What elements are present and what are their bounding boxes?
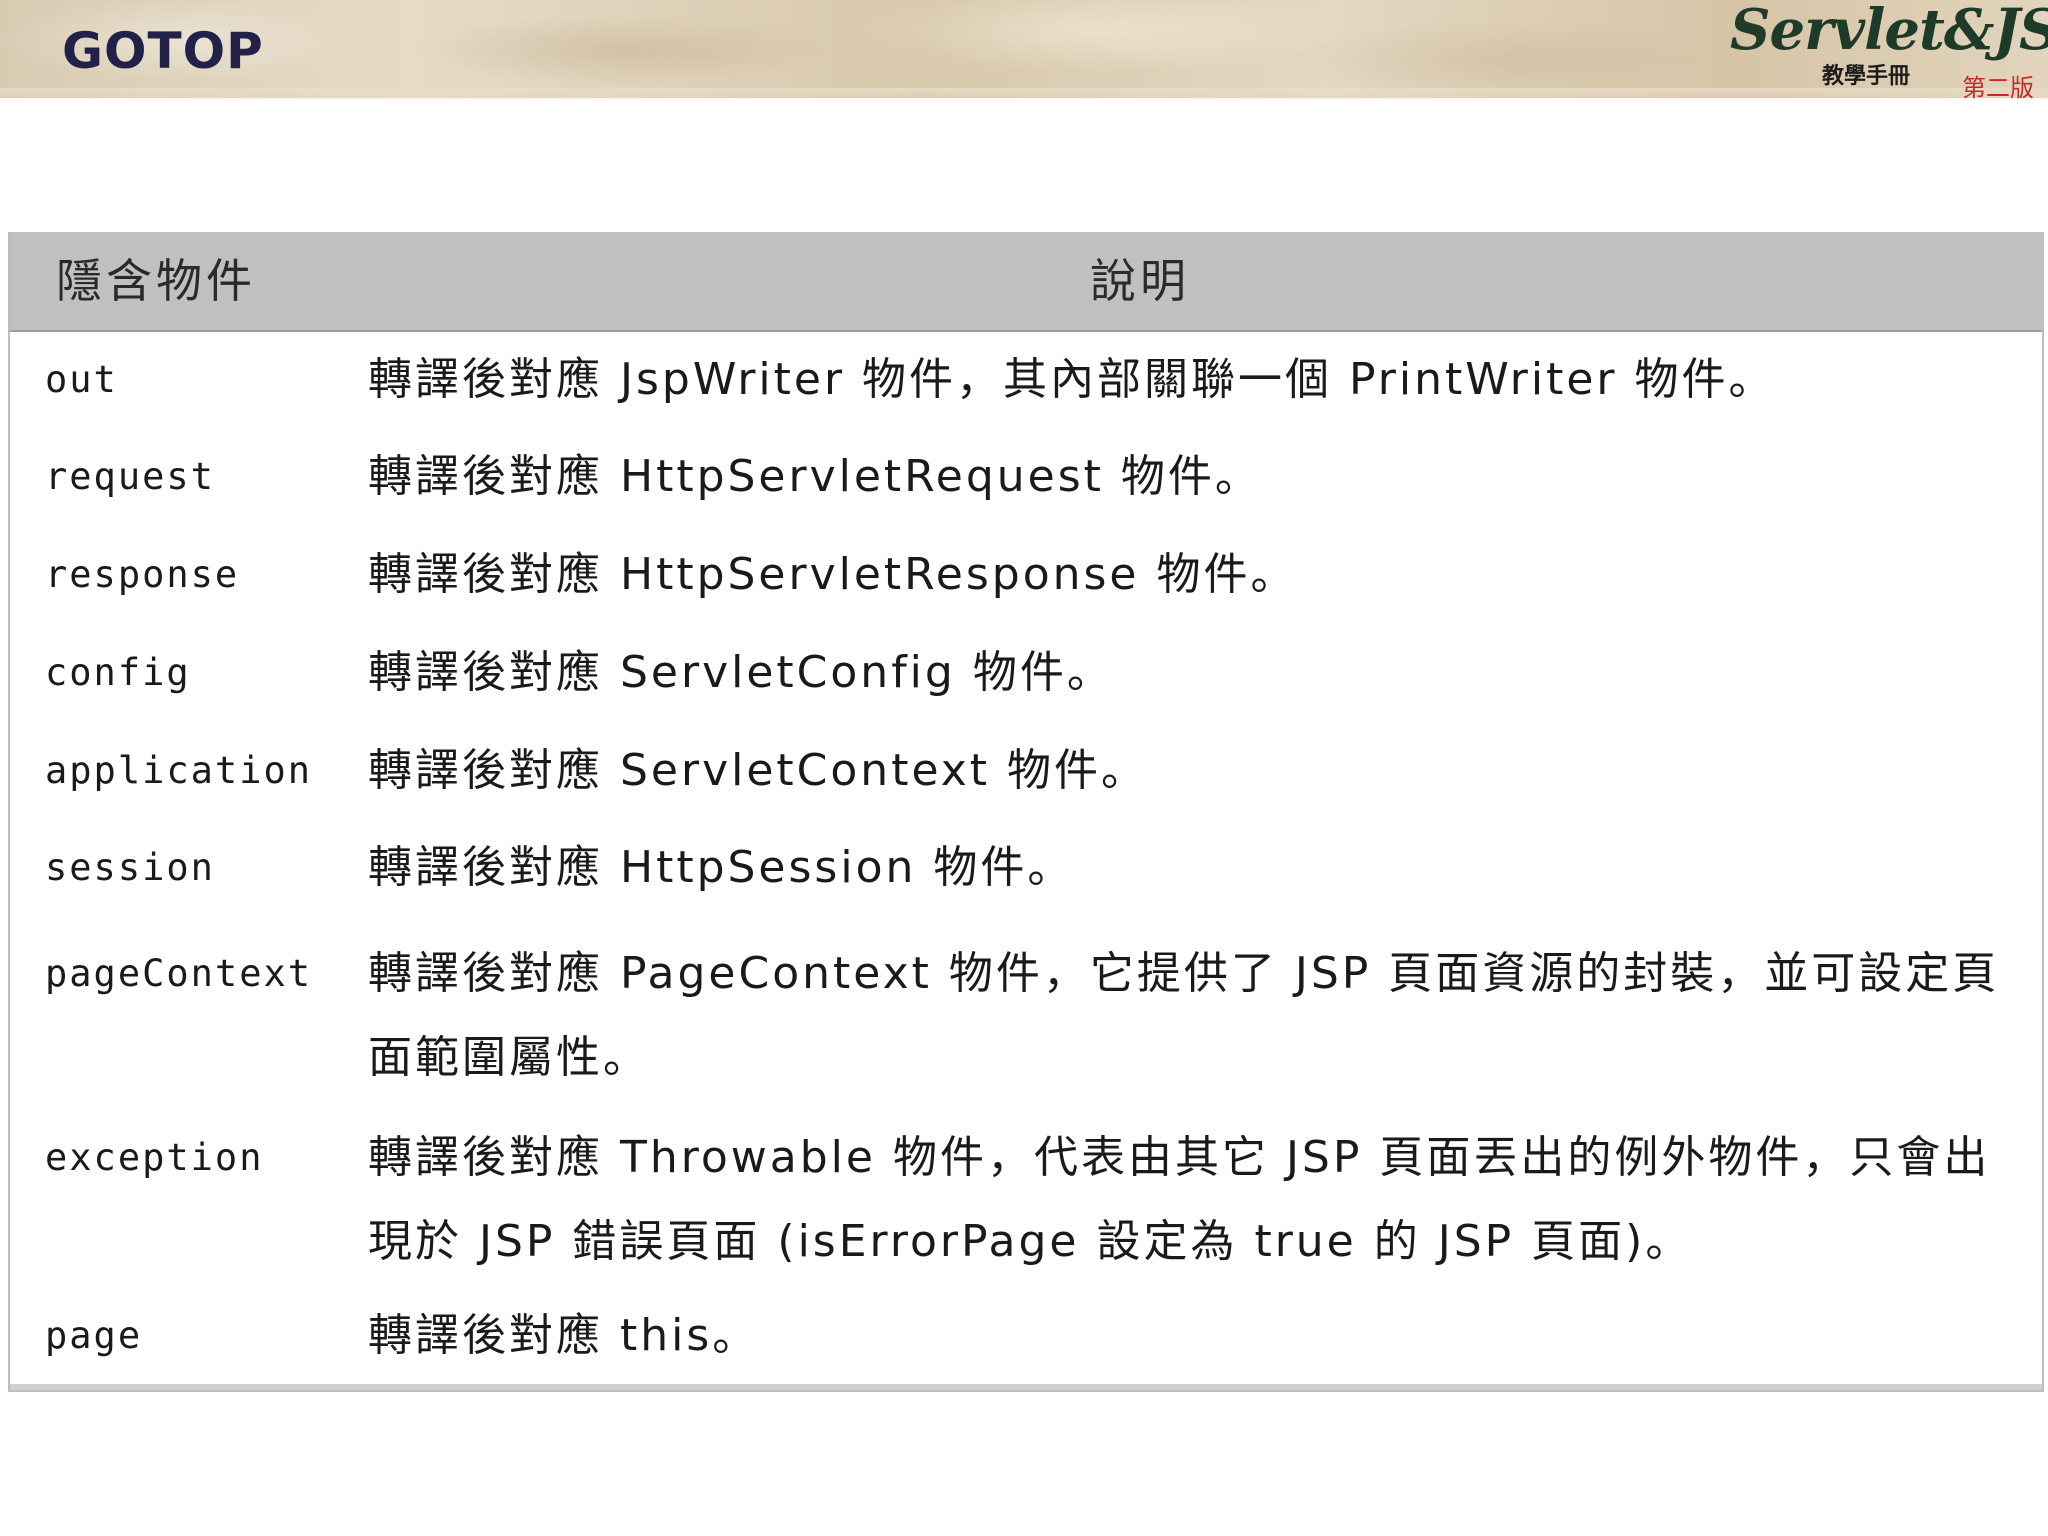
table-row: out 轉譯後對應 JspWriter 物件，其內部關聯一個 PrintWrit… [10, 332, 2042, 428]
column-header-object: 隱含物件 [56, 254, 256, 308]
object-name: exception [45, 1136, 264, 1179]
object-name: response [45, 553, 240, 596]
column-header-description: 說明 [1090, 254, 1190, 308]
table-row: request 轉譯後對應 HttpServletRequest 物件。 [10, 428, 2042, 526]
servlet-jsp-logo: Servlet&JSP 教學手冊 第二版 [1730, 2, 2048, 102]
table-row: config 轉譯後對應 ServletConfig 物件。 [10, 624, 2042, 722]
object-description: 轉譯後對應 HttpServletResponse 物件。 [368, 549, 1298, 600]
gotop-logo: GOTOP [62, 22, 264, 80]
object-name: config [45, 651, 191, 694]
logo-edition: 第二版 [1962, 74, 2034, 102]
object-description: 轉譯後對應 ServletConfig 物件。 [368, 647, 1114, 698]
object-description: 轉譯後對應 ServletContext 物件。 [368, 745, 1149, 796]
table-row: session 轉譯後對應 HttpSession 物件。 [10, 819, 2042, 916]
object-name: session [45, 846, 215, 889]
table-row: response 轉譯後對應 HttpServletResponse 物件。 [10, 526, 2042, 624]
object-name: application [45, 749, 313, 792]
object-description: 轉譯後對應 PageContext 物件，它提供了 JSP 頁面資源的封裝，並可… [368, 948, 2000, 1083]
object-description: 轉譯後對應 JspWriter 物件，其內部關聯一個 PrintWriter 物… [368, 354, 1776, 405]
object-description: 轉譯後對應 HttpServletRequest 物件。 [368, 451, 1262, 502]
implicit-objects-table: 隱含物件 說明 out 轉譯後對應 JspWriter 物件，其內部關聯一個 P… [8, 232, 2044, 1392]
table-row: pageContext 轉譯後對應 PageContext 物件，它提供了 JS… [10, 916, 2042, 1106]
object-name: out [45, 358, 118, 401]
object-name: pageContext [45, 952, 313, 995]
table-header: 隱含物件 說明 [10, 232, 2042, 332]
table-bottom-border [10, 1384, 2042, 1390]
object-description: 轉譯後對應 HttpSession 物件。 [368, 842, 1075, 893]
object-name: request [45, 455, 215, 498]
logo-title: Servlet&JSP [1730, 0, 2048, 63]
table-row: application 轉譯後對應 ServletContext 物件。 [10, 722, 2042, 819]
table-row: page 轉譯後對應 this。 [10, 1288, 2042, 1384]
object-description: 轉譯後對應 Throwable 物件，代表由其它 JSP 頁面丟出的例外物件，只… [368, 1132, 1991, 1267]
logo-subtitle: 教學手冊 [1822, 64, 1911, 89]
table-row: exception 轉譯後對應 Throwable 物件，代表由其它 JSP 頁… [10, 1106, 2042, 1288]
object-description: 轉譯後對應 this。 [368, 1310, 760, 1361]
object-name: page [45, 1314, 143, 1357]
